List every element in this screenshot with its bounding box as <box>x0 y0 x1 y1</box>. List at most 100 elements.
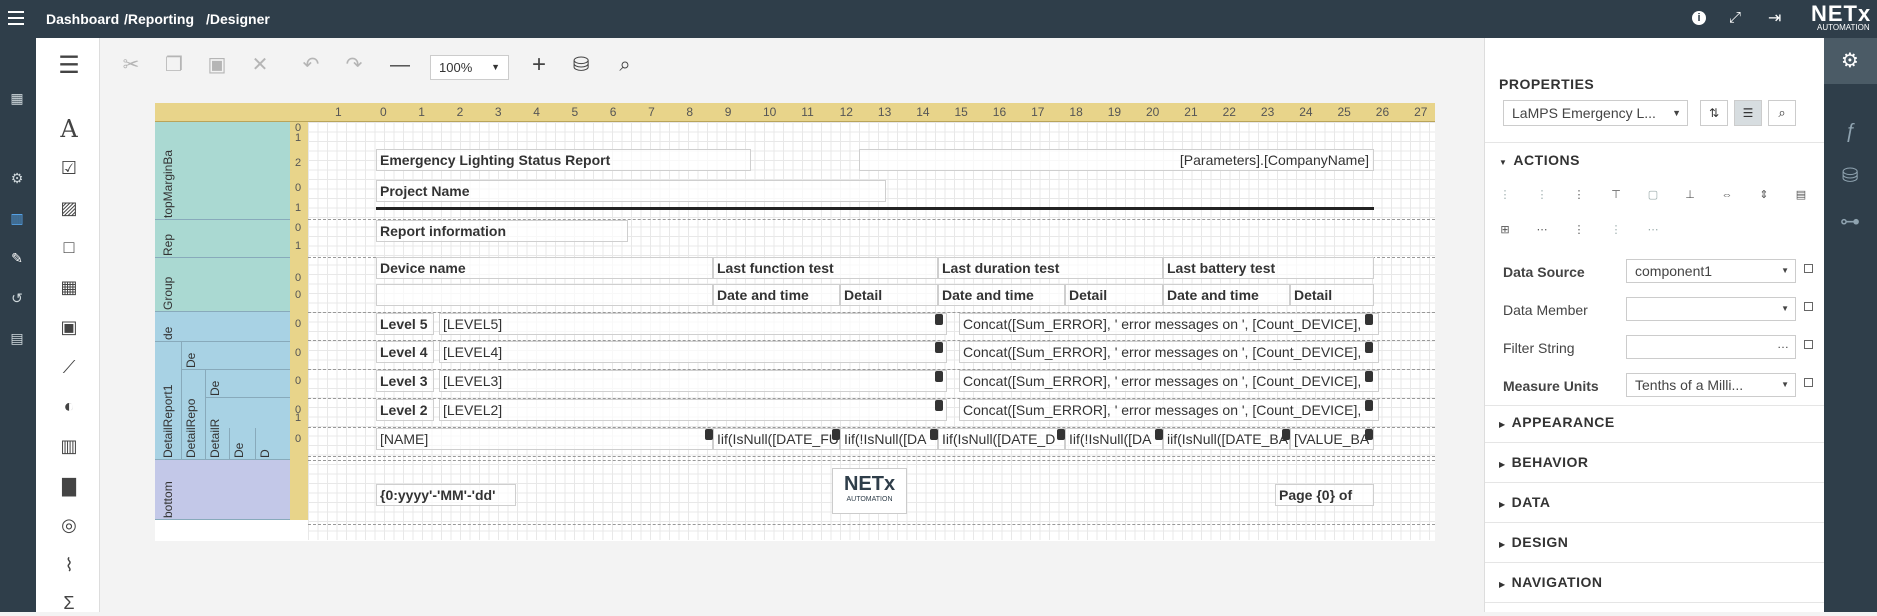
reset-property-icon[interactable] <box>1804 378 1813 387</box>
report-title[interactable]: Emergency Lighting Status Report <box>376 149 751 171</box>
behavior-section-header[interactable]: ▶ BEHAVIOR <box>1499 454 1589 470</box>
table-tool-icon[interactable]: ▦ <box>56 274 82 300</box>
apps-grid-icon[interactable]: ▦ <box>8 89 26 107</box>
horizontal-spacing-icon[interactable]: ⋯ <box>1536 224 1548 236</box>
band-top-margin[interactable]: topMarginBa <box>155 122 290 220</box>
hierarchy-icon[interactable]: ⊶ <box>1838 210 1862 234</box>
appearance-section-header[interactable]: ▶ APPEARANCE <box>1499 414 1615 430</box>
align-right-icon[interactable]: ⋮ <box>1573 189 1585 201</box>
band-detail[interactable]: de <box>155 312 290 342</box>
align-center-icon[interactable]: ⋮ <box>1536 189 1548 201</box>
data-member-select[interactable]: ▼ <box>1626 297 1796 321</box>
redo-icon[interactable]: ↷ <box>340 52 368 78</box>
logout-icon[interactable]: ⇥ <box>1768 8 1781 28</box>
shape-tool-icon[interactable]: ◐ <box>56 393 82 419</box>
band-detail-3[interactable]: De <box>205 370 290 398</box>
detail-function-date-field[interactable]: Iif(IsNull([DATE_FU <box>713 428 840 450</box>
chart-tool-icon[interactable]: ▇ <box>56 473 82 499</box>
cut-icon[interactable]: ✂ <box>117 52 145 78</box>
detail-name-field[interactable]: [NAME] <box>376 428 713 450</box>
size-to-grid-icon[interactable]: ⊞ <box>1499 224 1511 236</box>
hamburger-menu-icon[interactable] <box>8 11 24 25</box>
checkbox-tool-icon[interactable]: ☑ <box>56 155 82 181</box>
subheader-detail-3[interactable]: Detail <box>1290 284 1374 306</box>
subheader-detail-2[interactable]: Detail <box>1065 284 1163 306</box>
copy-icon[interactable]: ❐ <box>160 52 188 78</box>
clipboard-icon[interactable]: ▤ <box>1795 189 1807 201</box>
function-icon[interactable]: ƒ <box>1838 119 1862 143</box>
level-field[interactable]: [LEVEL4] <box>439 341 947 363</box>
zoom-in-icon[interactable]: + <box>525 52 553 78</box>
header-last-duration-test[interactable]: Last duration test <box>938 257 1163 279</box>
breadcrumb-dashboard[interactable]: Dashboard <box>46 11 119 27</box>
level-field[interactable]: [LEVEL3] <box>439 370 947 392</box>
level-summary-expression[interactable]: Concat([Sum_ERROR], ' error messages on … <box>959 341 1379 363</box>
detail-battery-value-field[interactable]: [VALUE_BA <box>1290 428 1374 450</box>
subheader-date-3[interactable]: Date and time <box>1163 284 1290 306</box>
project-name-label[interactable]: Project Name <box>376 180 886 202</box>
actions-section-header[interactable]: ▼ ACTIONS <box>1499 152 1580 168</box>
reset-property-icon[interactable] <box>1804 302 1813 311</box>
info-icon[interactable]: i <box>1692 11 1706 25</box>
level-label[interactable]: Level 3 <box>376 370 434 392</box>
header-device-name[interactable]: Device name <box>376 257 713 279</box>
chart-icon[interactable]: ▥ <box>8 209 26 227</box>
measure-units-select[interactable]: Tenths of a Milli... ▼ <box>1626 373 1796 397</box>
delete-icon[interactable]: ✕ <box>246 52 274 78</box>
date-format-field[interactable]: {0:yyyy'-'MM'-'dd' <box>376 484 516 506</box>
company-name-field[interactable]: [Parameters].[CompanyName] <box>859 149 1374 171</box>
level-field[interactable]: [LEVEL5] <box>439 313 947 335</box>
gauge-tool-icon[interactable]: ◎ <box>56 512 82 538</box>
filter-string-input[interactable]: … <box>1626 335 1796 359</box>
reset-property-icon[interactable] <box>1804 264 1813 273</box>
undo-icon[interactable]: ↶ <box>297 52 325 78</box>
report-logo[interactable]: NETx AUTOMATION <box>832 468 907 514</box>
same-width-icon[interactable]: ⇔ <box>1721 189 1733 201</box>
ellipsis-icon[interactable]: … <box>1777 336 1789 355</box>
header-last-battery-test[interactable]: Last battery test <box>1163 257 1374 279</box>
line-tool-icon[interactable]: ⟋ <box>56 354 82 380</box>
navigation-section-header[interactable]: ▶ NAVIGATION <box>1499 574 1602 590</box>
sort-alpha-icon[interactable]: ⇅ <box>1700 100 1728 126</box>
subheader-date-1[interactable]: Date and time <box>713 284 840 306</box>
character-comb-tool-icon[interactable]: ▣ <box>56 314 82 340</box>
categorize-icon[interactable]: ☰ <box>1734 100 1762 126</box>
component-select[interactable]: LaMPS Emergency L... ▼ <box>1503 100 1688 126</box>
picture-tool-icon[interactable]: ▨ <box>56 195 82 221</box>
data-source-select[interactable]: component1 ▼ <box>1626 259 1796 283</box>
align-top-icon[interactable]: ⊤ <box>1610 189 1622 201</box>
design-section-header[interactable]: ▶ DESIGN <box>1499 534 1568 550</box>
band-report-header[interactable]: Rep <box>155 220 290 258</box>
band-bottom-margin[interactable]: bottom <box>155 460 290 520</box>
fullscreen-icon[interactable]: ⤢ <box>1729 9 1741 26</box>
detail-duration-date-field[interactable]: Iif(IsNull([DATE_D <box>938 428 1065 450</box>
preview-icon[interactable]: ⌕ <box>611 52 639 78</box>
sum-tool-icon[interactable]: Σ <box>56 590 82 616</box>
center-vertically-icon[interactable]: ⋯ <box>1647 224 1659 236</box>
band-detail-2[interactable]: D <box>255 428 290 460</box>
sparkline-tool-icon[interactable]: ⌇ <box>56 552 82 578</box>
document-icon[interactable]: ▤ <box>8 329 26 347</box>
zoom-out-icon[interactable]: — <box>386 52 414 78</box>
detail-function-detail-field[interactable]: Iif(!IsNull([DA <box>840 428 938 450</box>
align-middle-icon[interactable]: ▢ <box>1647 189 1659 201</box>
data-section-header[interactable]: ▶ DATA <box>1499 494 1550 510</box>
level-label[interactable]: Level 4 <box>376 341 434 363</box>
detail-battery-date-field[interactable]: iif(IsNull([DATE_BA <box>1163 428 1290 450</box>
history-icon[interactable]: ↺ <box>8 289 26 307</box>
subheader-date-2[interactable]: Date and time <box>938 284 1065 306</box>
detail-duration-detail-field[interactable]: Iif(!IsNull([DA <box>1065 428 1163 450</box>
level-label[interactable]: Level 2 <box>376 399 434 421</box>
level-summary-expression[interactable]: Concat([Sum_ERROR], ' error messages on … <box>959 313 1379 335</box>
gear-icon[interactable]: ⚙ <box>1838 49 1862 73</box>
subheader-detail-1[interactable]: Detail <box>840 284 938 306</box>
align-left-icon[interactable]: ⋮ <box>1499 189 1511 201</box>
zoom-select[interactable]: 100% ▼ <box>430 55 509 80</box>
database-icon[interactable]: ⛁ <box>1838 164 1862 188</box>
header-last-function-test[interactable]: Last function test <box>713 257 938 279</box>
settings-gear-icon[interactable]: ⚙ <box>8 169 26 187</box>
level-summary-expression[interactable]: Concat([Sum_ERROR], ' error messages on … <box>959 370 1379 392</box>
header-empty-cell[interactable] <box>376 284 713 306</box>
breadcrumb-reporting[interactable]: /Reporting <box>124 11 194 27</box>
band-detail-4[interactable]: De <box>181 342 290 370</box>
